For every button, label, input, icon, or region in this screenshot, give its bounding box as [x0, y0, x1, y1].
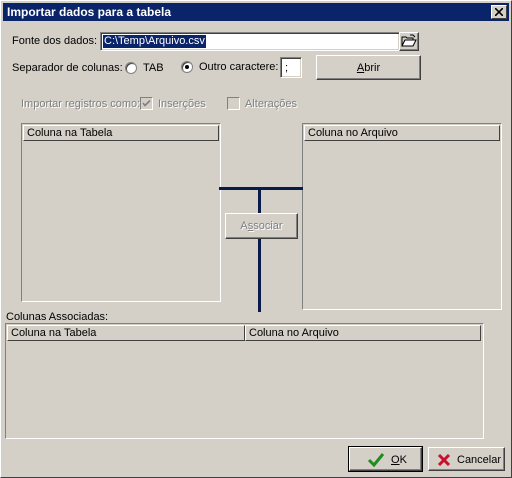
inserts-checkbox[interactable] [140, 97, 153, 110]
associate-button[interactable]: Associar [225, 213, 298, 239]
table-columns-list[interactable]: Coluna na Tabela [21, 123, 221, 302]
close-button[interactable] [491, 5, 507, 19]
close-icon [495, 8, 503, 16]
separator-label: Separador de colunas: [12, 62, 123, 74]
cancel-button[interactable]: Cancelar [428, 447, 505, 471]
associated-columns-label: Colunas Associadas: [6, 311, 109, 323]
browse-button[interactable] [399, 32, 419, 51]
open-button[interactable]: Abrir [316, 55, 421, 80]
source-file-input[interactable]: C:\Temp\Arquivo.csv [100, 32, 400, 51]
checkmark-small-icon [142, 99, 151, 107]
ok-button[interactable]: OK [348, 446, 423, 472]
import-dialog: Importar dados para a tabela Fonte dos d… [0, 0, 512, 478]
ok-button-label: OK [391, 454, 407, 466]
source-file-value: C:\Temp\Arquivo.csv [103, 35, 206, 48]
folder-open-icon [401, 34, 417, 47]
separator-other-label[interactable]: Outro caractere: [199, 61, 278, 73]
open-button-label: Abrir [356, 62, 381, 74]
updates-checkbox[interactable] [227, 97, 240, 110]
connector-lines [219, 187, 303, 312]
separator-tab-radio[interactable] [125, 62, 137, 74]
associate-button-label: Associar [240, 220, 283, 232]
import-mode-label: Importar registros como: [21, 98, 141, 110]
source-label: Fonte dos dados: [12, 35, 98, 47]
window-title: Importar dados para a tabela [7, 5, 172, 19]
cancel-button-label: Cancelar [457, 454, 502, 466]
checkmark-icon [367, 453, 385, 468]
associated-col-table-header[interactable]: Coluna na Tabela [7, 325, 245, 341]
associated-col-file-header[interactable]: Coluna no Arquivo [245, 325, 481, 341]
separator-char-value: ; [285, 62, 289, 74]
inserts-label: Inserções [158, 98, 206, 110]
file-columns-header[interactable]: Coluna no Arquivo [304, 125, 500, 141]
x-icon [437, 453, 451, 467]
associated-columns-list[interactable]: Coluna na Tabela Coluna no Arquivo [5, 323, 484, 439]
updates-label: Alterações [245, 98, 297, 110]
file-columns-list[interactable]: Coluna no Arquivo [302, 123, 502, 310]
title-bar[interactable]: Importar dados para a tabela [3, 3, 509, 21]
separator-other-radio[interactable] [181, 61, 193, 73]
separator-tab-label[interactable]: TAB [143, 62, 164, 74]
separator-char-input[interactable]: ; [280, 57, 302, 78]
table-columns-header[interactable]: Coluna na Tabela [23, 125, 219, 141]
